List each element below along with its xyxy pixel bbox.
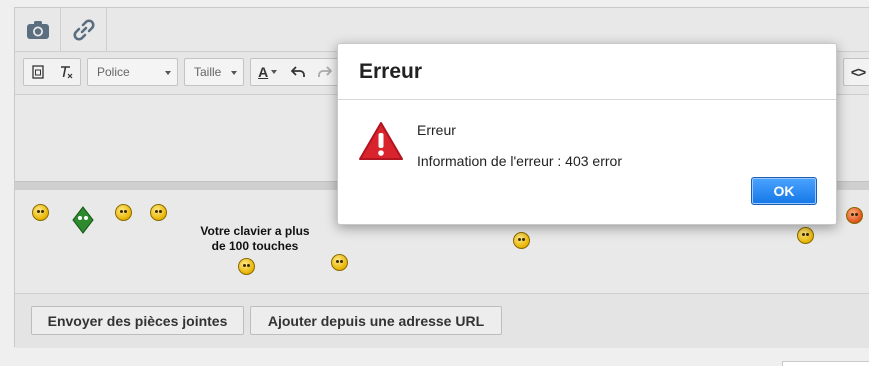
add-from-url-button[interactable]: Ajouter depuis une adresse URL — [250, 306, 502, 335]
source-label: <> — [850, 64, 866, 80]
remove-format-icon — [61, 66, 73, 79]
remove-format-button[interactable] — [52, 59, 80, 85]
devil-smiley-icon[interactable] — [846, 207, 863, 224]
insert-link-button[interactable] — [61, 8, 107, 52]
camera-icon — [26, 21, 49, 39]
paste-icon — [32, 65, 44, 79]
attachment-bar: Envoyer des pièces jointes Ajouter depui… — [15, 294, 869, 348]
error-dialog: Erreur Erreur Information de l'erreur : … — [337, 43, 837, 225]
alien-smiley-icon[interactable] — [71, 206, 95, 234]
text-color-button[interactable]: A — [251, 59, 284, 85]
size-dropdown-label: Taille — [194, 65, 222, 79]
format-group — [23, 58, 81, 86]
error-message-title: Erreur — [417, 122, 456, 138]
angry-smiley-icon[interactable] — [238, 258, 255, 275]
redo-button[interactable] — [312, 59, 339, 85]
ok-button[interactable]: OK — [751, 177, 817, 205]
chevron-down-icon — [271, 70, 278, 74]
attach-files-button[interactable]: Envoyer des pièces jointes — [31, 306, 244, 335]
relief-smiley-icon[interactable] — [797, 227, 814, 244]
redo-icon — [318, 66, 333, 77]
chevron-down-icon — [231, 71, 237, 75]
font-dropdown-label: Police — [97, 65, 130, 79]
sign-smiley-icon[interactable] — [513, 232, 530, 249]
cool-smiley-icon[interactable] — [115, 204, 132, 221]
smiley-icon[interactable] — [32, 204, 49, 221]
keyboard-joke-text[interactable]: Votre clavier a plus de 100 touches — [195, 224, 315, 254]
text-color-label: A — [258, 64, 269, 80]
paste-text-button[interactable] — [24, 59, 52, 85]
size-dropdown[interactable]: Taille — [184, 58, 244, 86]
insert-image-button[interactable] — [15, 8, 61, 52]
warning-icon — [359, 122, 403, 160]
dialog-title: Erreur — [359, 60, 423, 83]
source-code-button[interactable]: <> — [844, 59, 869, 85]
worried-smiley-icon[interactable] — [150, 204, 167, 221]
color-undo-group: A — [250, 58, 340, 86]
wink-smiley-icon[interactable] — [331, 254, 348, 271]
undo-button[interactable] — [284, 59, 311, 85]
error-message-detail: Information de l'erreur : 403 error — [417, 153, 622, 169]
dialog-divider — [338, 99, 836, 100]
link-icon — [72, 19, 95, 41]
font-dropdown[interactable]: Police — [87, 58, 178, 86]
panel-edge — [782, 361, 869, 366]
source-group: <> — [843, 58, 869, 86]
chevron-down-icon — [165, 71, 171, 75]
undo-icon — [290, 66, 305, 77]
